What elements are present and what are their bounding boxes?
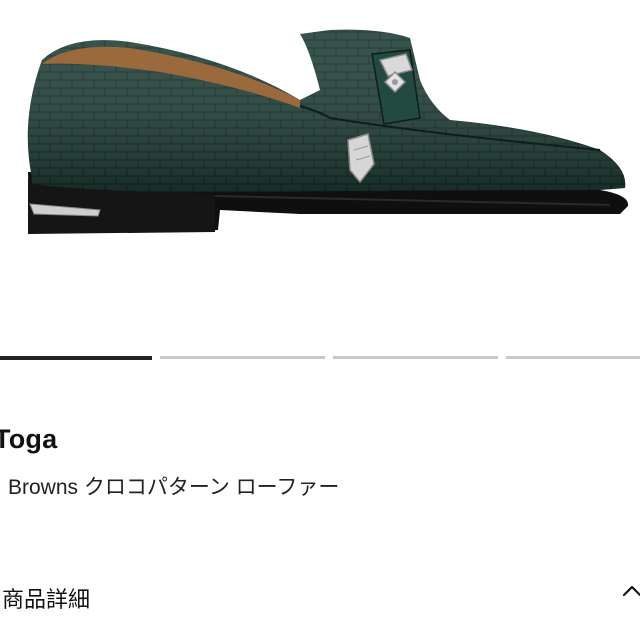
carousel-indicator-1[interactable] bbox=[0, 356, 152, 360]
chevron-up-icon bbox=[622, 585, 640, 597]
product-image-carousel[interactable] bbox=[0, 0, 640, 270]
product-page: Toga Browns クロコパターン ローファー 商品詳細 bbox=[0, 0, 640, 640]
product-image bbox=[27, 29, 629, 234]
carousel-indicator-3[interactable] bbox=[333, 356, 498, 359]
product-details-toggle[interactable]: 商品詳細 bbox=[0, 572, 640, 616]
carousel-indicator bbox=[0, 356, 640, 360]
product-details-label: 商品詳細 bbox=[2, 587, 91, 612]
product-title: Browns クロコパターン ローファー bbox=[8, 476, 340, 499]
carousel-indicator-2[interactable] bbox=[160, 356, 325, 359]
brand-name: Toga bbox=[0, 424, 58, 454]
carousel-indicator-4[interactable] bbox=[506, 356, 640, 359]
